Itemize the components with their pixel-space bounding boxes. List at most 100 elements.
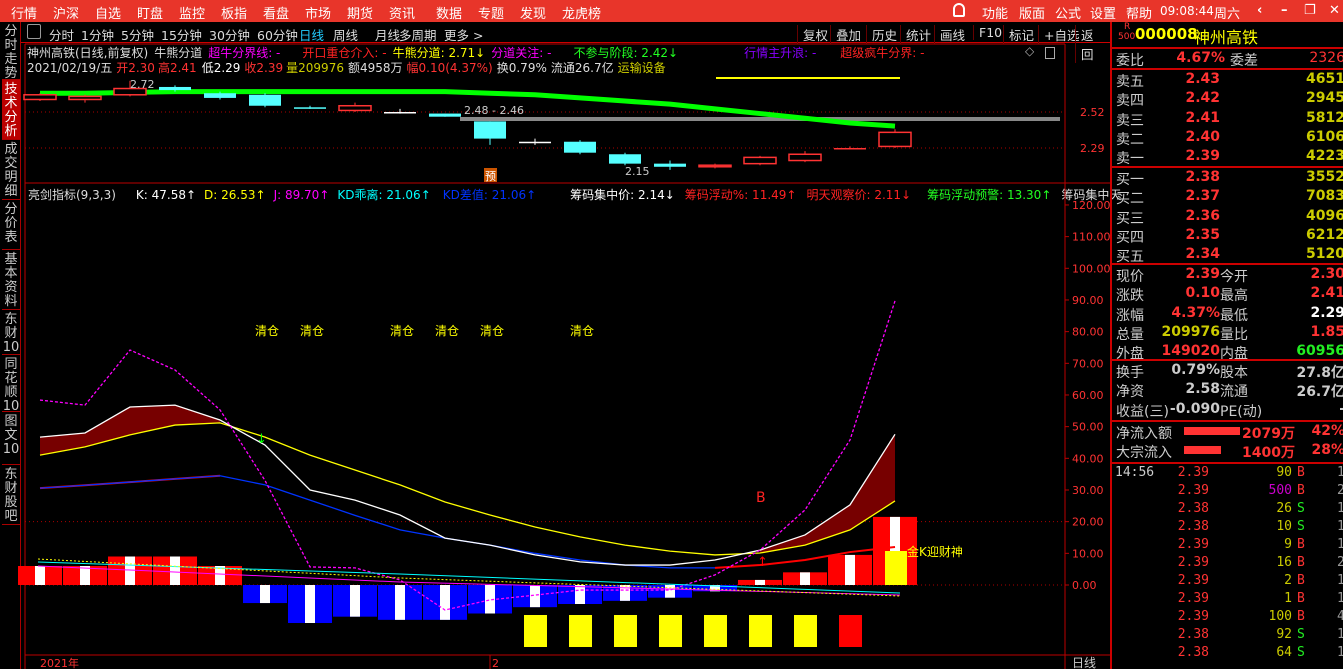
trade-side: S	[1297, 519, 1305, 534]
gold-bar	[885, 551, 907, 585]
trade-side: B	[1297, 609, 1305, 624]
down-arrow-icon: ↓	[256, 432, 267, 447]
close-icon[interactable]: ✕	[1329, 3, 1340, 18]
clock: 09:08:44	[1160, 4, 1214, 18]
ask-row: 卖三 2.41 5812	[1116, 109, 1343, 129]
trade-count: 1	[1337, 465, 1343, 480]
y-axis-label: 30.00	[1072, 484, 1104, 497]
value: 26.7亿	[1296, 384, 1343, 401]
trade-volume: 10	[1276, 519, 1292, 534]
x-axis-year: 2021年	[40, 656, 79, 669]
trade-price: 2.38	[1177, 501, 1209, 516]
kline-chart[interactable]: 2.52 2.29 120.00 110.00 100.00 90.00 80.00 70.0…	[0, 0, 1110, 669]
signal-bar	[749, 615, 772, 647]
value: -	[1339, 401, 1343, 417]
candle	[564, 141, 596, 153]
volume: 4651	[1306, 71, 1343, 87]
label: 买一	[1116, 172, 1144, 188]
bid-row: 买三 2.36 4096	[1116, 207, 1343, 227]
label: 现价	[1116, 269, 1144, 285]
trade-side: B	[1297, 483, 1305, 498]
price: 2.41	[1185, 109, 1220, 126]
menu-item[interactable]: 帮助	[1126, 3, 1152, 22]
value: 0.79%	[1171, 362, 1220, 378]
quote-panel: R 500 000008 神州高铁 委比 4.67% 委差 2326 卖五 2.43 4651 卖四 2…	[1110, 22, 1343, 669]
y-axis-label: 80.00	[1072, 326, 1104, 339]
value: 149020	[1161, 343, 1220, 360]
trade-side: B	[1297, 465, 1305, 480]
trade-price: 2.39	[1177, 555, 1209, 570]
trade-side: S	[1297, 645, 1305, 660]
value: 2.41	[1310, 285, 1343, 302]
label: 委差	[1230, 53, 1258, 69]
ask-row: 卖二 2.40 6106	[1116, 128, 1343, 148]
trade-price: 2.38	[1177, 645, 1209, 660]
period-label: 日线	[1072, 656, 1096, 669]
candle	[384, 112, 416, 114]
label: 涨幅	[1116, 307, 1144, 324]
weibi-row: 委比 4.67% 委差 2326	[1116, 49, 1343, 69]
label: 量比	[1220, 326, 1248, 343]
trade-price: 2.39	[1177, 573, 1209, 588]
candle	[68, 95, 102, 101]
value: 4.37%	[1171, 304, 1220, 321]
y-axis-label: 60.00	[1072, 389, 1104, 402]
hist-bar-stripe	[575, 585, 585, 605]
signal-bar	[839, 615, 862, 647]
trade-volume: 500	[1268, 483, 1292, 498]
trade-row: 2.39 500 B 2	[1112, 483, 1343, 501]
panel-toggle-icon[interactable]	[1045, 47, 1055, 59]
back-icon[interactable]: ‹	[1257, 3, 1262, 18]
pct: 28%	[1311, 442, 1343, 458]
clear-signal: 清仓	[480, 324, 504, 338]
trade-count: 1	[1337, 501, 1343, 516]
divider	[1112, 462, 1343, 464]
price: 2.42	[1185, 90, 1220, 107]
label: 流通	[1220, 384, 1248, 401]
bid-row: 买一 2.38 3552	[1116, 168, 1343, 188]
volume: 6106	[1306, 128, 1343, 145]
value: 2.30	[1310, 266, 1343, 282]
label: 净流入额	[1116, 426, 1172, 442]
trade-row: 14:56 2.39 90 B 1	[1112, 465, 1343, 483]
hist-bar-stripe	[170, 556, 180, 585]
trade-volume: 26	[1276, 501, 1292, 516]
price-label: 2.52	[1080, 106, 1105, 119]
trade-side: B	[1297, 573, 1305, 588]
volume: 5812	[1306, 109, 1343, 126]
bid-row: 买五 2.34 5120	[1116, 245, 1343, 265]
stock-header: R 500 000008 神州高铁	[1112, 22, 1343, 47]
diamond-icon[interactable]: ◇	[1025, 44, 1034, 58]
flow-bar	[1184, 446, 1222, 454]
up-arrow-icon: ↑	[757, 555, 768, 570]
trade-price: 2.39	[1177, 609, 1209, 624]
trade-count: 2	[1337, 483, 1343, 498]
badge: R	[1124, 22, 1131, 32]
value: 2.29	[1310, 304, 1343, 321]
candle	[23, 94, 57, 101]
candle	[609, 154, 641, 164]
kd-fill	[175, 405, 220, 426]
label: 净资	[1116, 384, 1144, 401]
trade-count: 1	[1337, 519, 1343, 534]
label: 最低	[1220, 307, 1248, 324]
volume: 5120	[1306, 246, 1343, 263]
restore-icon[interactable]: ❐	[1304, 3, 1316, 18]
value: 2.39	[1185, 266, 1220, 282]
candle	[474, 121, 506, 139]
label: 卖四	[1116, 93, 1144, 110]
trade-volume: 92	[1276, 627, 1292, 642]
trade-side: B	[1297, 555, 1305, 570]
trade-count: 1	[1337, 591, 1343, 606]
stat-row: 收益(三)-0.090PE(动) -	[1116, 400, 1343, 420]
signal-bar	[704, 615, 727, 647]
trade-volume: 2	[1284, 573, 1292, 588]
hist-bar-stripe	[125, 556, 135, 585]
trade-price: 2.39	[1177, 483, 1209, 498]
trade-volume: 1	[1284, 591, 1292, 606]
price: 2.38	[1185, 169, 1220, 185]
trade-count: 1	[1337, 645, 1343, 660]
minimize-icon[interactable]: –	[1281, 3, 1288, 18]
high-label: 2.72	[130, 78, 155, 91]
candle	[654, 163, 686, 167]
